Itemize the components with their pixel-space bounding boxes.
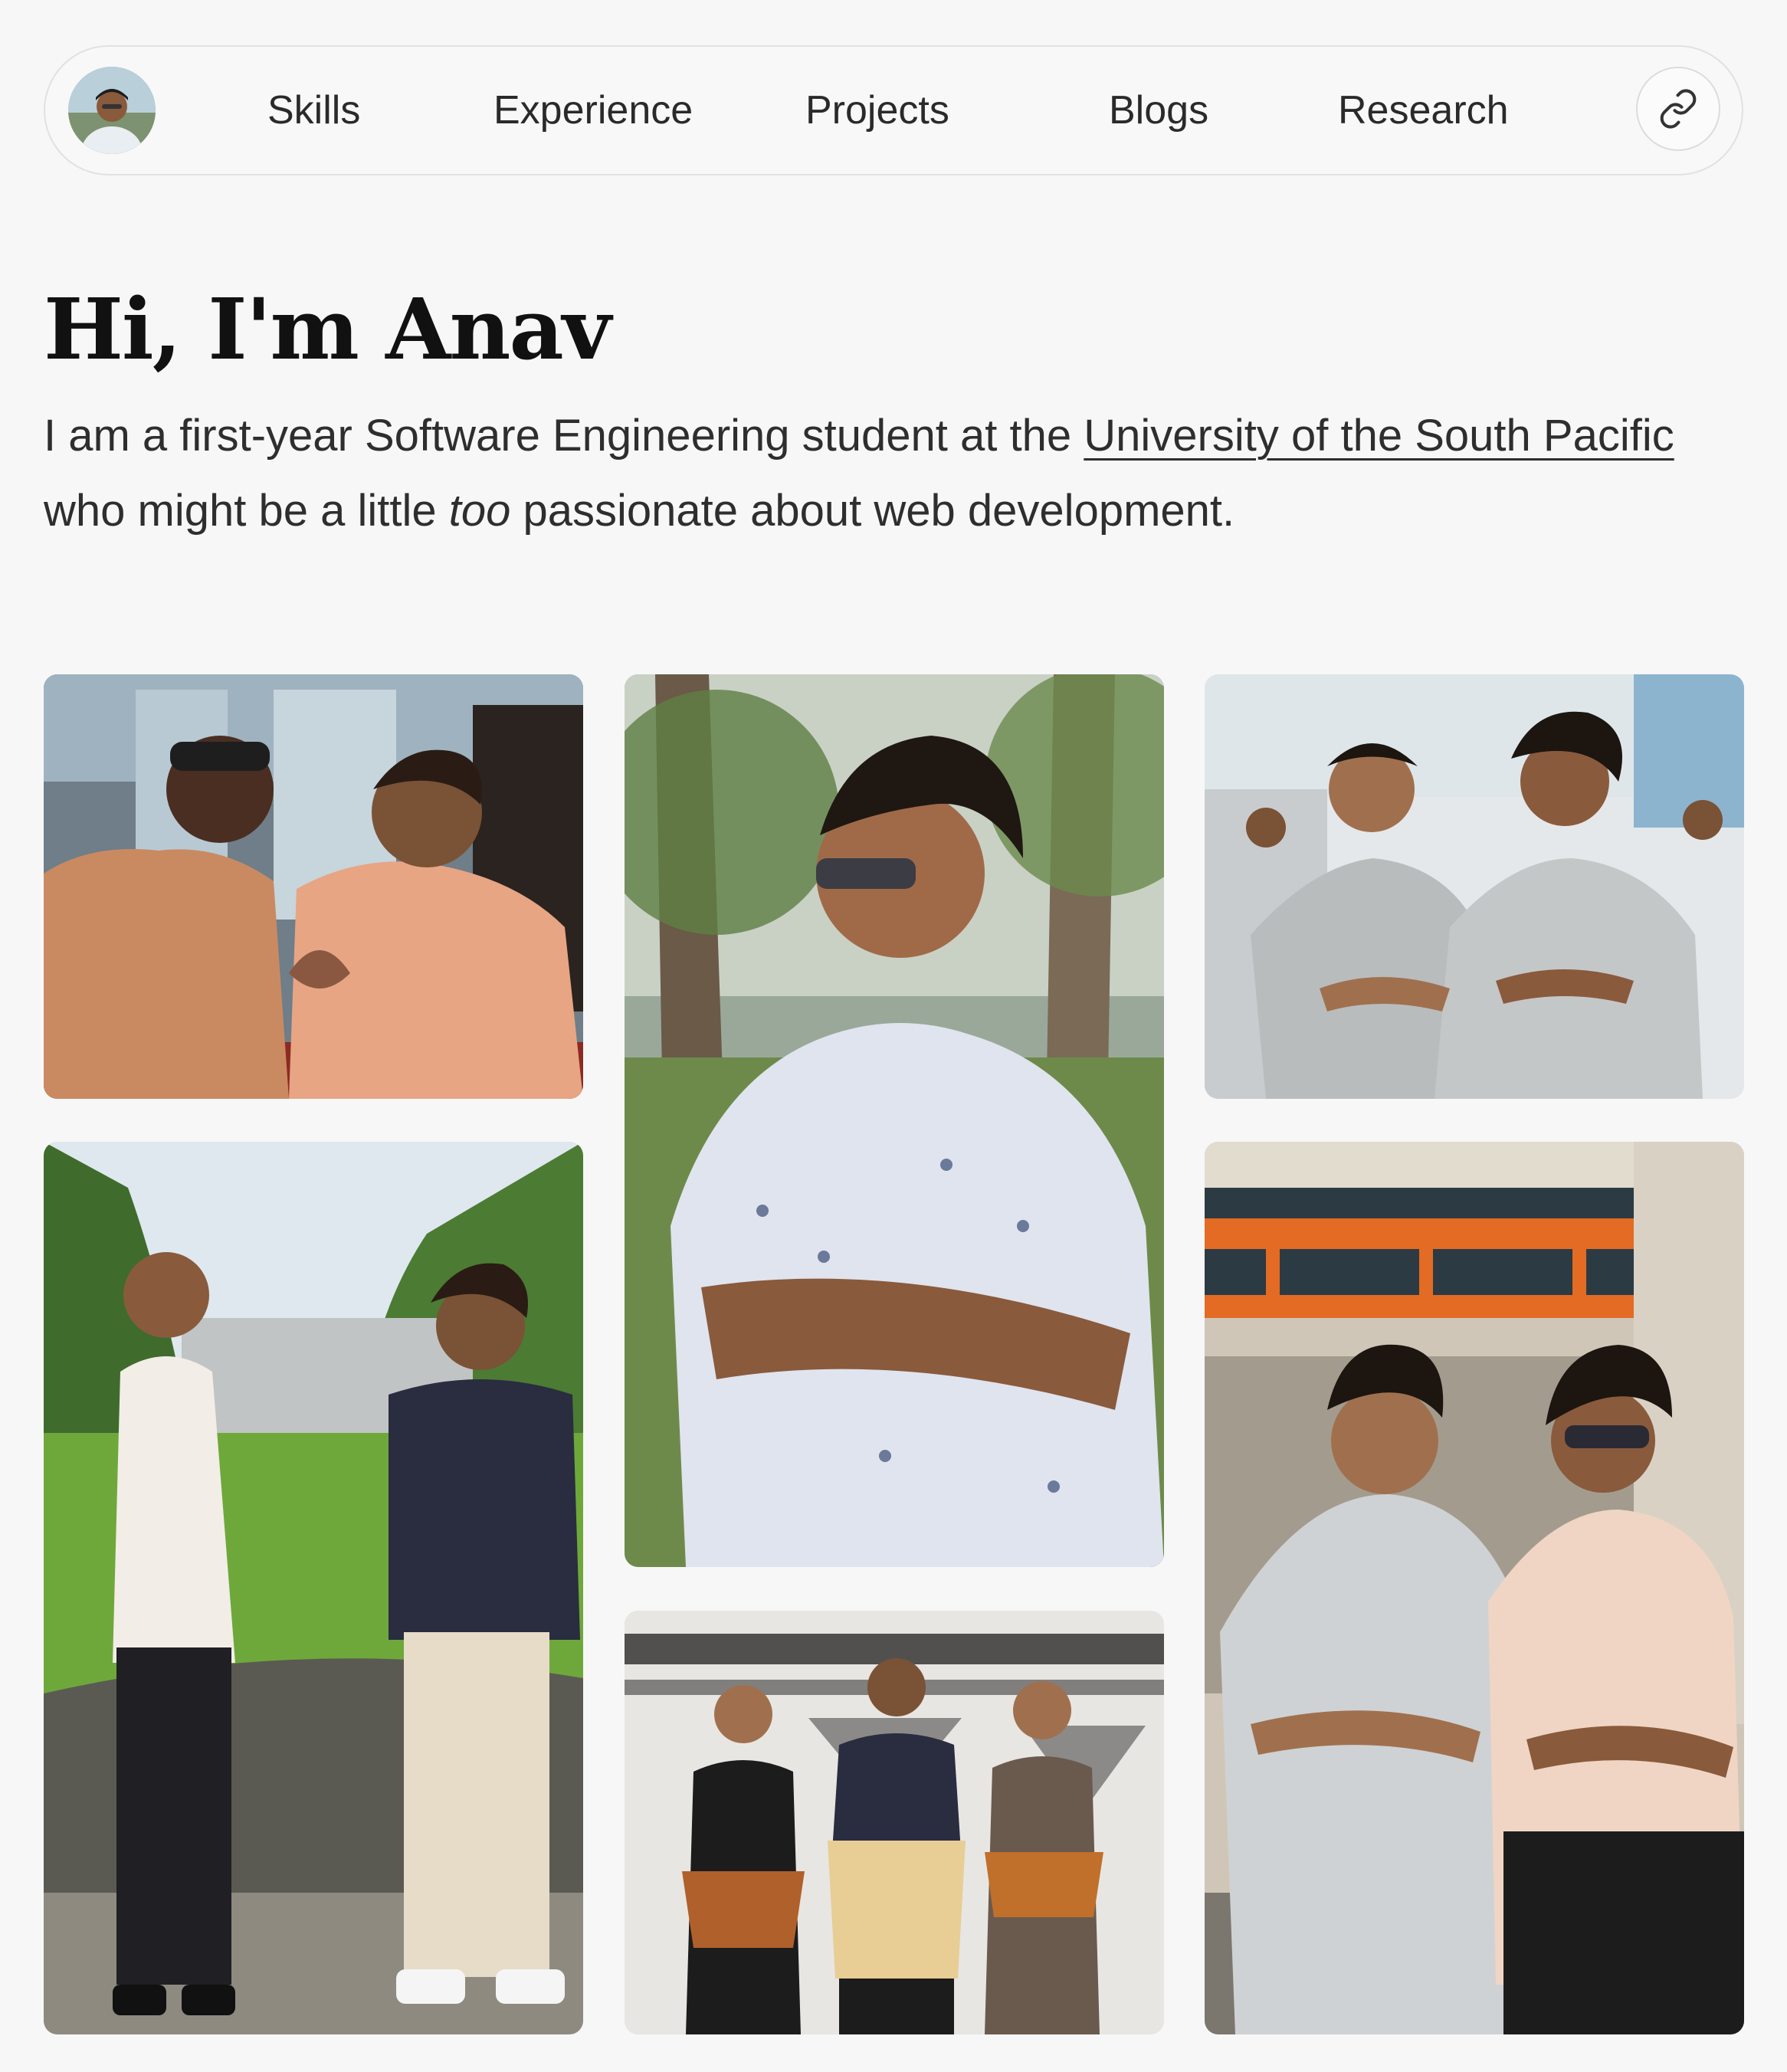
nav-link-skills[interactable]: Skills: [267, 85, 360, 136]
photo-traditional-attire-group[interactable]: [625, 1611, 1164, 2034]
photo-image: [44, 1142, 583, 2034]
photo-friends-heart-hands[interactable]: [44, 674, 583, 1099]
photo-image: [625, 1611, 1164, 2034]
page-title: Hi, I'm Anav: [44, 280, 612, 379]
nav-link-research[interactable]: Research: [1338, 85, 1509, 136]
photo-two-friends-outdoors[interactable]: [44, 1142, 583, 2034]
intro-text-end: passionate about web development.: [523, 486, 1235, 536]
photo-friends-sitting[interactable]: [1205, 1142, 1744, 2034]
intro-emphasis: too: [448, 486, 511, 536]
intro-text-middle: who might be a little: [44, 486, 449, 536]
photo-image: [625, 674, 1164, 1567]
nav-links: Skills Experience Projects Blogs Researc…: [45, 47, 1742, 174]
photo-portrait-floral-shirt[interactable]: [625, 674, 1164, 1567]
photo-usp-polo-shirts[interactable]: [1205, 674, 1744, 1099]
link-icon: [1660, 89, 1697, 129]
external-link-button[interactable]: [1636, 67, 1720, 151]
nav-link-experience[interactable]: Experience: [493, 85, 693, 136]
intro-paragraph: I am a first-year Software Engineering s…: [44, 398, 1753, 549]
photo-image: [1205, 1142, 1744, 2034]
intro-text-start: I am a first-year Software Engineering s…: [44, 411, 1084, 461]
nav-link-blogs[interactable]: Blogs: [1109, 85, 1208, 136]
top-nav: Skills Experience Projects Blogs Researc…: [44, 45, 1743, 175]
nav-link-projects[interactable]: Projects: [805, 85, 949, 136]
photo-image: [44, 674, 583, 1099]
university-link[interactable]: University of the South Pacific: [1084, 411, 1674, 461]
photo-image: [1205, 674, 1744, 1099]
